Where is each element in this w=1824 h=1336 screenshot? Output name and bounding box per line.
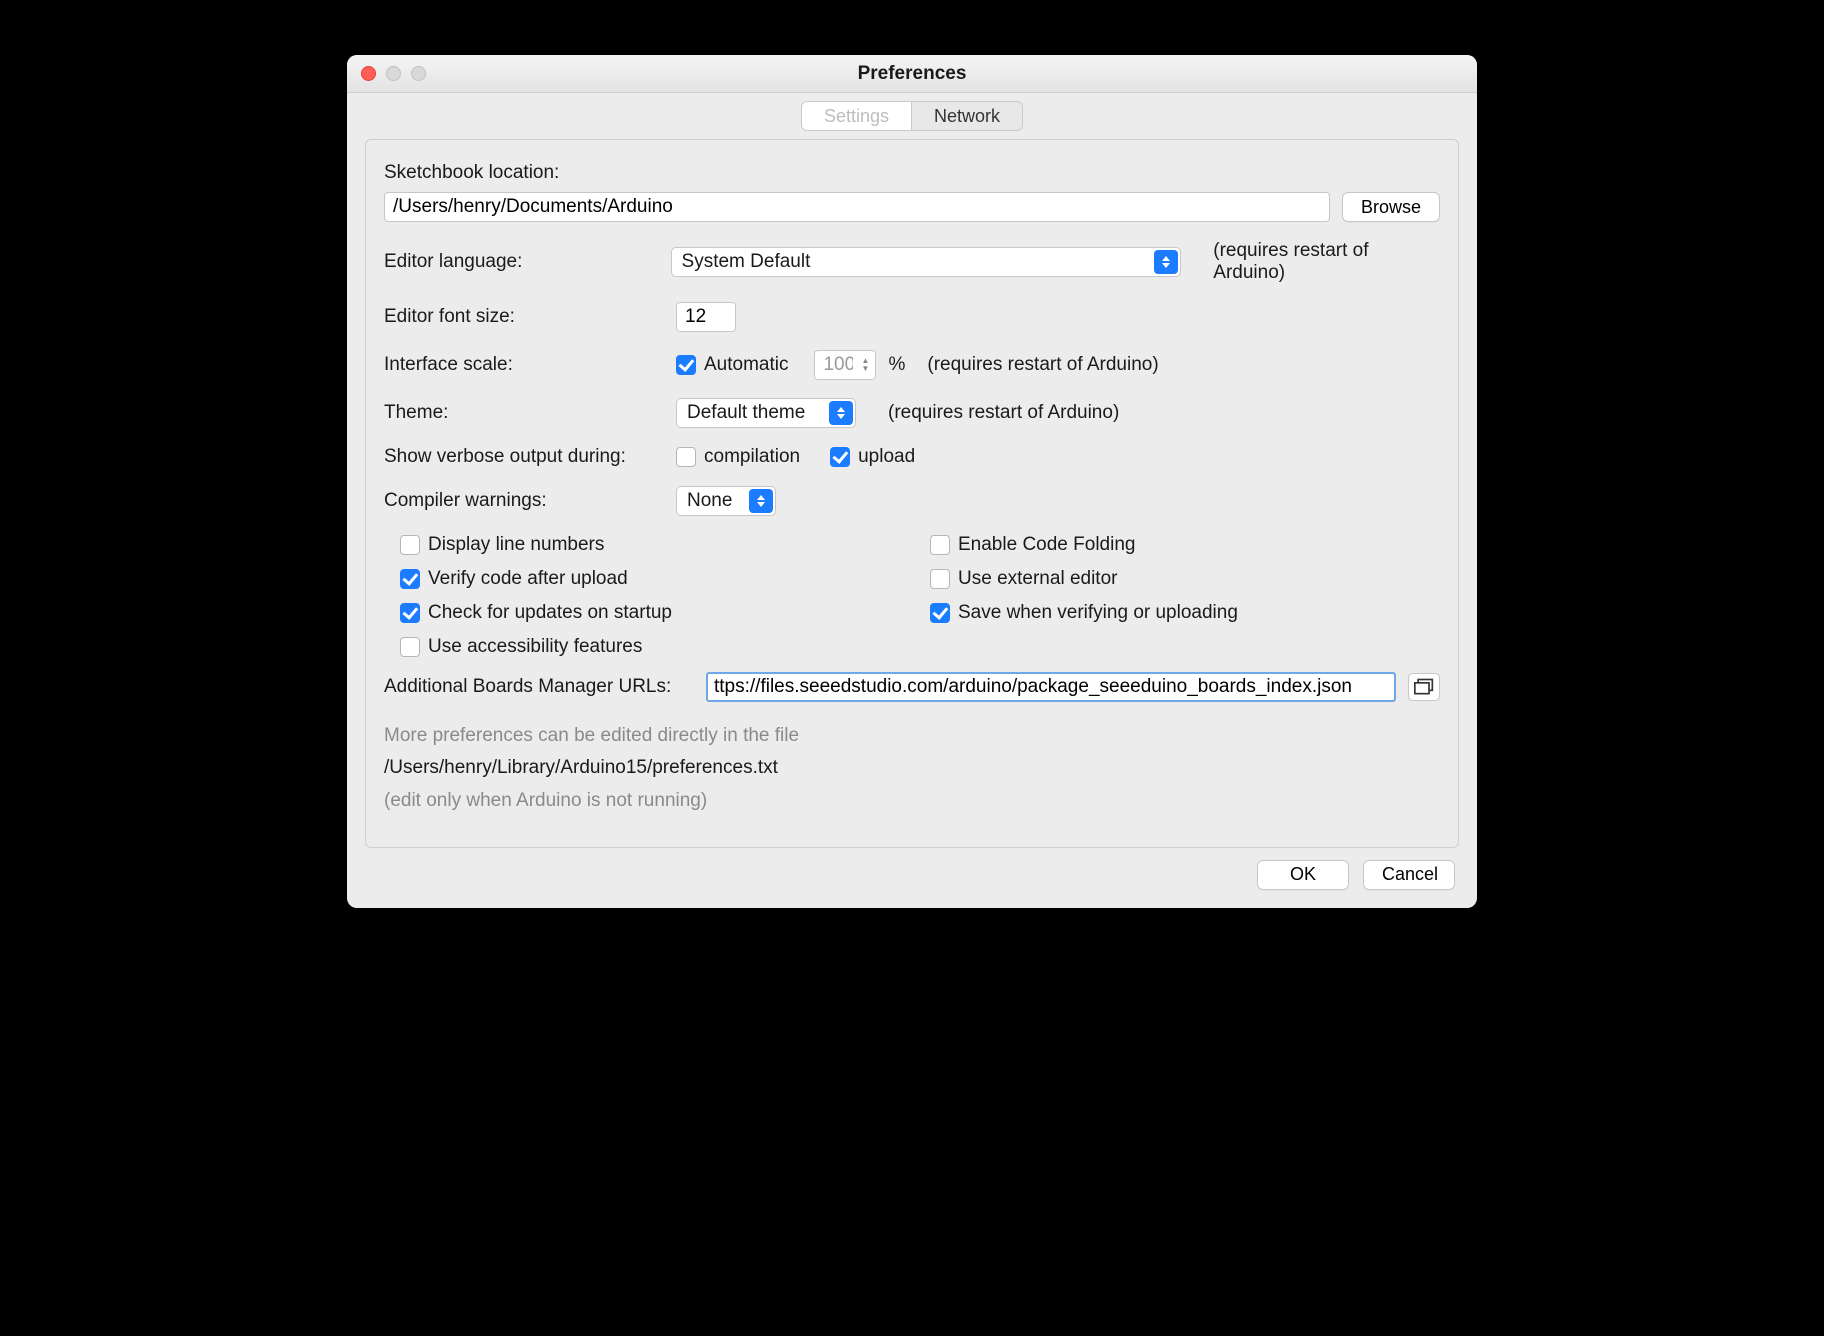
external-editor-checkbox[interactable]	[930, 569, 950, 589]
tabs: Settings Network	[801, 101, 1023, 131]
cancel-button[interactable]: Cancel	[1363, 860, 1455, 890]
close-icon[interactable]	[361, 66, 376, 81]
tabs-row: Settings Network	[347, 93, 1477, 131]
minimize-icon	[386, 66, 401, 81]
automatic-scale-text: Automatic	[704, 354, 788, 376]
display-line-numbers-checkbox[interactable]	[400, 535, 420, 555]
font-size-field[interactable]	[676, 302, 736, 332]
ok-button[interactable]: OK	[1257, 860, 1349, 890]
editor-language-value: System Default	[682, 251, 811, 273]
check-updates-text: Check for updates on startup	[428, 602, 672, 624]
editor-language-select[interactable]: System Default	[671, 247, 1182, 277]
theme-hint: (requires restart of Arduino)	[888, 402, 1119, 424]
interface-scale-label: Interface scale:	[384, 354, 664, 376]
sketchbook-label: Sketchbook location:	[384, 162, 664, 184]
tab-settings[interactable]: Settings	[802, 102, 912, 130]
chevrons-icon	[749, 489, 773, 513]
settings-panel: Sketchbook location: Browse Editor langu…	[365, 139, 1459, 848]
boards-urls-field[interactable]	[706, 672, 1396, 702]
accessibility-checkbox[interactable]	[400, 637, 420, 657]
options-grid: Display line numbers Enable Code Folding…	[400, 534, 1440, 658]
boards-urls-label: Additional Boards Manager URLs:	[384, 676, 694, 698]
save-on-verify-checkbox[interactable]	[930, 603, 950, 623]
traffic-lights	[361, 66, 426, 81]
code-folding-text: Enable Code Folding	[958, 534, 1135, 556]
check-updates-checkbox[interactable]	[400, 603, 420, 623]
window-stack-icon	[1414, 678, 1434, 696]
footnote: More preferences can be edited directly …	[384, 720, 1440, 817]
compiler-warnings-value: None	[687, 490, 732, 512]
expand-urls-button[interactable]	[1408, 673, 1440, 701]
dialog-footer: OK Cancel	[347, 848, 1477, 908]
verbose-compilation-text: compilation	[704, 446, 800, 468]
percent-sign: %	[888, 354, 905, 376]
footnote-line3: (edit only when Arduino is not running)	[384, 785, 1440, 817]
editor-language-hint: (requires restart of Arduino)	[1213, 240, 1440, 284]
chevrons-icon	[829, 401, 853, 425]
stepper-icon[interactable]: ▲▼	[856, 352, 874, 378]
window-title: Preferences	[347, 63, 1477, 85]
verbose-compilation-checkbox[interactable]	[676, 447, 696, 467]
automatic-scale-checkbox[interactable]	[676, 355, 696, 375]
tab-network[interactable]: Network	[912, 102, 1022, 130]
save-on-verify-text: Save when verifying or uploading	[958, 602, 1238, 624]
theme-select[interactable]: Default theme	[676, 398, 856, 428]
verbose-upload-checkbox[interactable]	[830, 447, 850, 467]
external-editor-text: Use external editor	[958, 568, 1117, 590]
editor-language-label: Editor language:	[384, 251, 659, 273]
font-size-label: Editor font size:	[384, 306, 664, 328]
verbose-label: Show verbose output during:	[384, 446, 664, 468]
theme-value: Default theme	[687, 402, 805, 424]
scale-hint: (requires restart of Arduino)	[927, 354, 1158, 376]
preferences-file-path[interactable]: /Users/henry/Library/Arduino15/preferenc…	[384, 752, 1440, 784]
titlebar: Preferences	[347, 55, 1477, 93]
preferences-window: Preferences Settings Network Sketchbook …	[347, 55, 1477, 908]
chevrons-icon	[1154, 250, 1178, 274]
compiler-warnings-label: Compiler warnings:	[384, 490, 664, 512]
footnote-line1: More preferences can be edited directly …	[384, 720, 1440, 752]
sketchbook-location-field[interactable]	[384, 192, 1330, 222]
verify-after-upload-text: Verify code after upload	[428, 568, 628, 590]
theme-label: Theme:	[384, 402, 664, 424]
compiler-warnings-select[interactable]: None	[676, 486, 776, 516]
code-folding-checkbox[interactable]	[930, 535, 950, 555]
verify-after-upload-checkbox[interactable]	[400, 569, 420, 589]
display-line-numbers-text: Display line numbers	[428, 534, 604, 556]
verbose-upload-text: upload	[858, 446, 915, 468]
browse-button[interactable]: Browse	[1342, 192, 1440, 222]
accessibility-text: Use accessibility features	[428, 636, 642, 658]
zoom-icon	[411, 66, 426, 81]
